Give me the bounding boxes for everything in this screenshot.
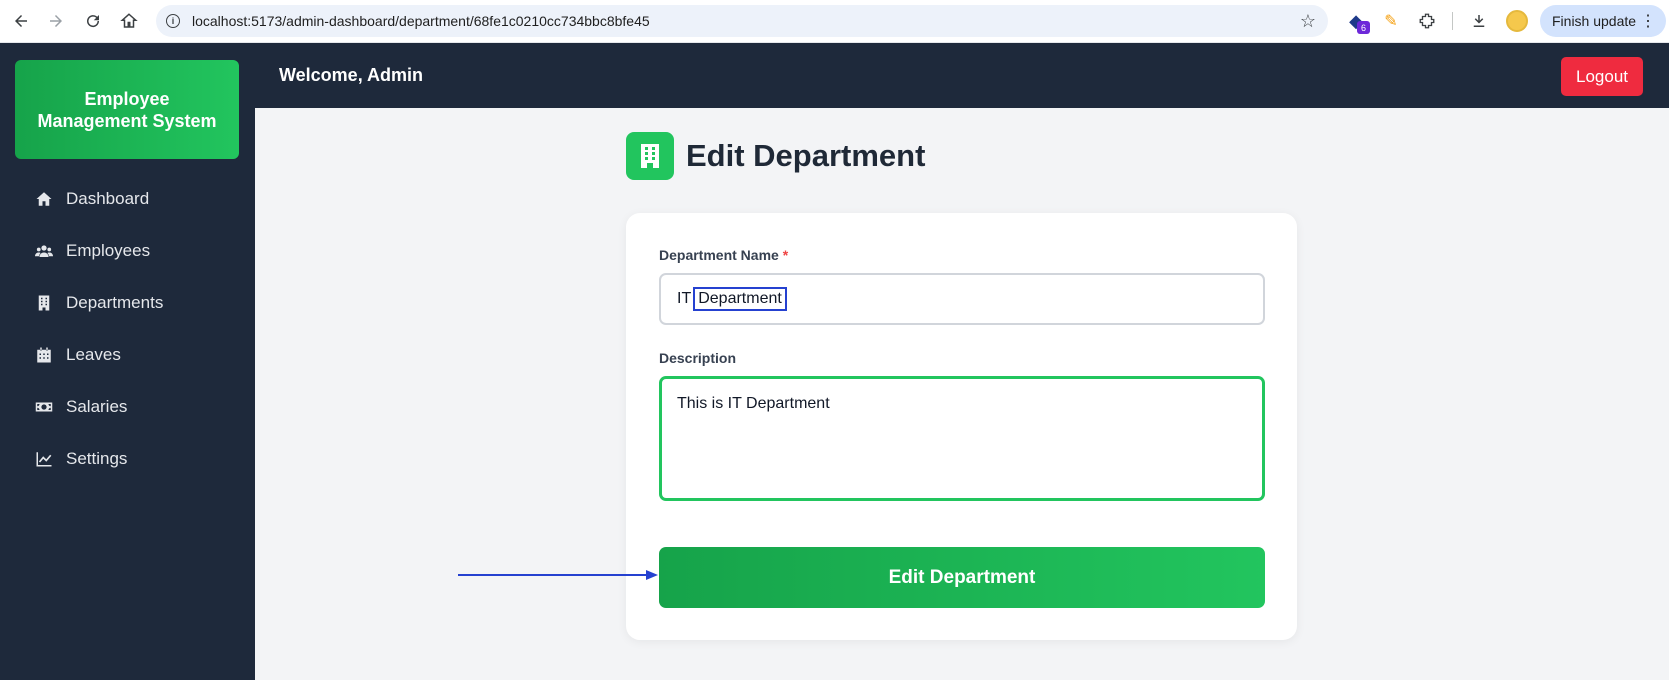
money-icon — [35, 402, 53, 412]
url-text: localhost:5173/admin-dashboard/departmen… — [192, 13, 650, 29]
sidebar-item-label: Dashboard — [66, 189, 150, 208]
name-value-prefix: IT — [677, 290, 692, 307]
address-bar[interactable]: i localhost:5173/admin-dashboard/departm… — [156, 5, 1328, 37]
edit-department-form: Department Name * IT Department Descript… — [626, 213, 1297, 640]
description-label: Description — [659, 350, 737, 366]
sidebar-item-settings[interactable]: Settings — [0, 433, 255, 485]
sidebar-item-dashboard[interactable]: Dashboard — [0, 173, 255, 225]
sidebar-item-leaves[interactable]: Leaves — [0, 329, 255, 381]
download-icon[interactable] — [1466, 8, 1492, 34]
sidebar-item-label: Leaves — [66, 345, 121, 364]
sidebar-item-label: Settings — [66, 449, 128, 468]
calendar-icon — [37, 347, 51, 363]
back-icon[interactable] — [5, 5, 37, 37]
sidebar-item-label: Departments — [66, 293, 164, 312]
building-icon — [626, 132, 674, 180]
toolbar-divider — [1452, 12, 1453, 30]
brand-logo: Employee Management System — [15, 60, 239, 159]
finish-update-label: Finish update — [1552, 13, 1637, 29]
department-name-label: Department Name * — [659, 247, 788, 263]
page-title: Edit Department — [686, 138, 926, 173]
sidebar-item-salaries[interactable]: Salaries — [0, 381, 255, 433]
extensions-puzzle-icon[interactable] — [1414, 8, 1440, 34]
color-picker-icon[interactable]: ✎ — [1378, 8, 1404, 34]
name-value-highlighted: Department — [693, 287, 787, 311]
edit-department-button[interactable]: Edit Department — [659, 547, 1265, 608]
sidebar-item-departments[interactable]: Departments — [0, 277, 255, 329]
more-menu-icon[interactable]: ⋮ — [1640, 11, 1656, 31]
logout-button[interactable]: Logout — [1561, 57, 1643, 96]
users-icon — [35, 245, 53, 257]
page-header: Edit Department — [626, 132, 925, 180]
reload-icon[interactable] — [77, 5, 109, 37]
bookmark-star-icon[interactable]: ☆ — [1300, 11, 1316, 32]
department-name-input[interactable]: IT Department — [659, 273, 1265, 325]
department-name-label-text: Department Name — [659, 247, 779, 263]
extension-badge: 6 — [1357, 21, 1370, 34]
sidebar: Employee Management System Dashboard Emp… — [0, 43, 255, 680]
browser-toolbar: i localhost:5173/admin-dashboard/departm… — [0, 0, 1669, 43]
annotation-arrow — [458, 570, 658, 580]
description-textarea[interactable]: This is IT Department — [659, 376, 1265, 501]
forward-icon[interactable] — [40, 5, 72, 37]
finish-update-button[interactable]: Finish update ⋮ — [1540, 5, 1666, 37]
sidebar-item-label: Salaries — [66, 397, 128, 416]
top-header: Welcome, Admin Logout — [255, 43, 1669, 108]
sidebar-item-label: Employees — [66, 241, 151, 260]
sidebar-menu: Dashboard Employees Departments Leaves S… — [0, 173, 255, 485]
sidebar-item-employees[interactable]: Employees — [0, 225, 255, 277]
extension-icon[interactable]: ◆ 6 — [1343, 8, 1370, 34]
required-mark: * — [782, 247, 789, 263]
chart-line-icon — [36, 452, 52, 467]
building-icon — [38, 295, 50, 311]
home-icon — [36, 192, 52, 206]
welcome-text: Welcome, Admin — [279, 65, 424, 85]
site-info-icon[interactable]: i — [166, 14, 180, 28]
home-icon[interactable] — [113, 5, 145, 37]
profile-avatar[interactable] — [1506, 10, 1528, 32]
